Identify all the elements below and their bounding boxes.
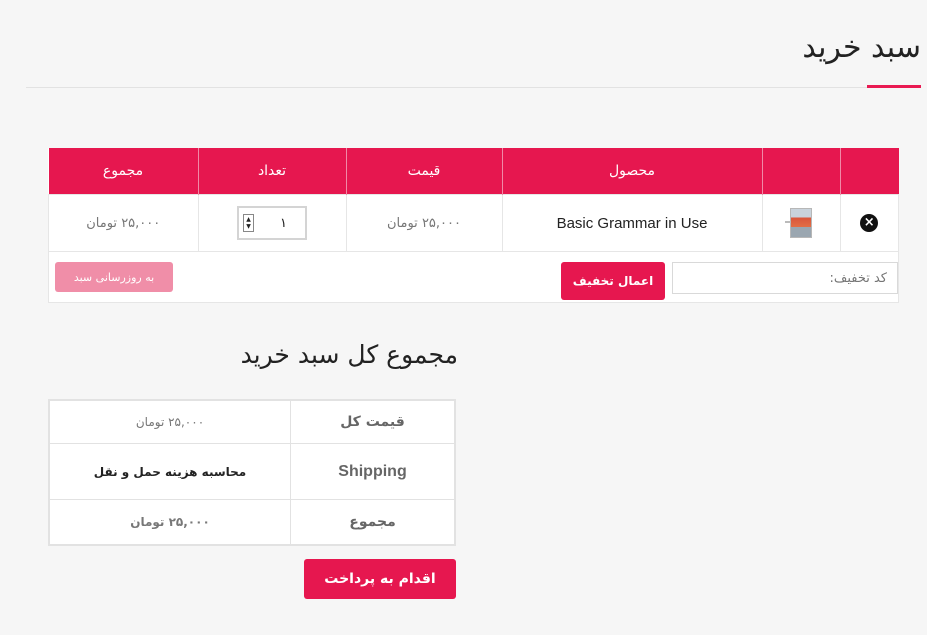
coupon-row: اعمال تخفیف به روزرسانی سبد: [48, 251, 899, 303]
spinner-arrows-icon[interactable]: ▲ ▼: [243, 214, 254, 232]
thumbnail-cell: [761, 194, 841, 252]
subtotal-row: قیمت کل ۲۵,۰۰۰ تومان: [48, 399, 456, 444]
product-thumbnail[interactable]: [785, 208, 812, 238]
title-divider: [26, 87, 921, 88]
subtotal-value: ۲۵,۰۰۰ تومان: [48, 399, 291, 444]
product-subtotal: ۲۵,۰۰۰ تومان: [48, 194, 199, 252]
coupon-code-input[interactable]: [672, 262, 898, 294]
update-cart-button[interactable]: به روزرسانی سبد: [55, 262, 173, 292]
subtotal-column-header: مجموع: [48, 148, 198, 195]
shipping-calculator-link[interactable]: محاسبه هزینه حمل و نقل: [94, 465, 246, 479]
order-total-row: مجموع ۲۵,۰۰۰ تومان: [48, 499, 456, 546]
shipping-label: Shipping: [290, 443, 456, 500]
cart-header-row: محصول قیمت تعداد مجموع: [48, 148, 899, 195]
proceed-to-checkout-button[interactable]: اقدام به پرداخت: [304, 559, 456, 599]
product-price: ۲۵,۰۰۰ تومان: [345, 194, 503, 252]
thumbnail-column-header: [761, 148, 840, 195]
quantity-value[interactable]: ۱: [254, 216, 301, 231]
remove-column-header: [839, 148, 899, 195]
product-name[interactable]: Basic Grammar in Use: [501, 194, 763, 252]
product-column-header: محصول: [501, 148, 762, 195]
apply-coupon-button[interactable]: اعمال تخفیف: [561, 262, 665, 300]
coupon-actions: اعمال تخفیف به روزرسانی سبد: [49, 252, 898, 302]
quantity-cell: ▲ ▼ ۱: [197, 194, 347, 252]
cart-totals-table: قیمت کل ۲۵,۰۰۰ تومان Shipping محاسبه هزی…: [48, 399, 456, 546]
cart-item-row: × Basic Grammar in Use ۲۵,۰۰۰ تومان ▲ ▼ ۱…: [48, 194, 899, 252]
coupon-actions-cell: اعمال تخفیف به روزرسانی سبد: [48, 251, 899, 303]
shipping-row: Shipping محاسبه هزینه حمل و نقل: [48, 443, 456, 500]
page-title: سبد خرید: [802, 30, 921, 65]
cart-totals-title: مجموع کل سبد خرید: [240, 340, 458, 369]
price-column-header: قیمت: [345, 148, 502, 195]
quantity-column-header: تعداد: [197, 148, 346, 195]
cart-table: محصول قیمت تعداد مجموع × Basic Grammar i…: [48, 148, 899, 303]
quantity-stepper[interactable]: ▲ ▼ ۱: [237, 206, 307, 240]
title-accent-bar: [867, 85, 921, 88]
cart-page: سبد خرید محصول قیمت تعداد مجموع × Basic: [0, 0, 927, 635]
remove-item-icon[interactable]: ×: [860, 214, 879, 232]
remove-cell: ×: [839, 194, 899, 252]
order-total-label: مجموع: [290, 499, 456, 546]
order-total-value: ۲۵,۰۰۰ تومان: [48, 499, 291, 546]
subtotal-label: قیمت کل: [290, 399, 456, 444]
shipping-value-cell: محاسبه هزینه حمل و نقل: [48, 443, 291, 500]
